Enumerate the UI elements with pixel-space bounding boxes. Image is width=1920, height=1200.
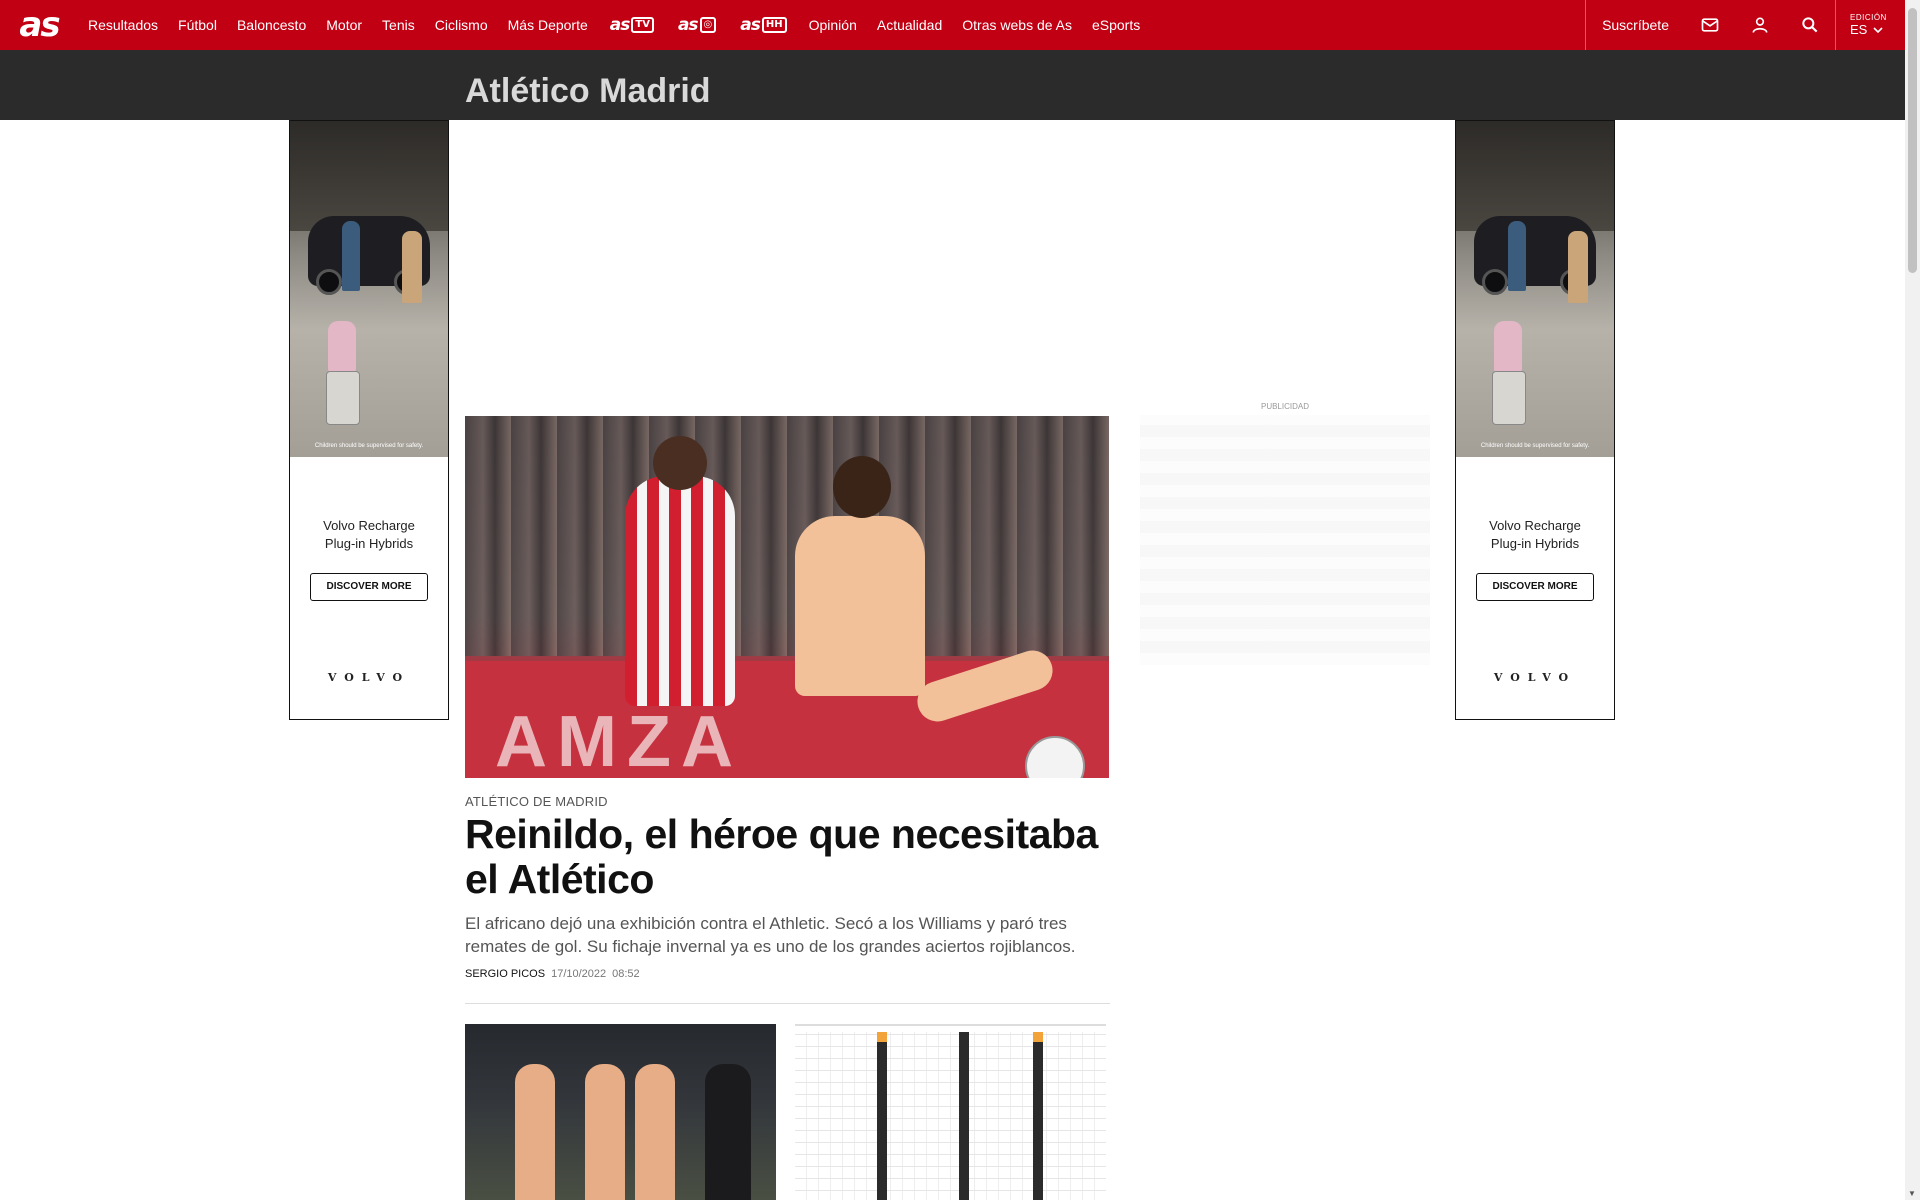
nav-item-ciclismo[interactable]: Ciclismo xyxy=(425,0,498,50)
page-scrollbar[interactable]: ▼ xyxy=(1905,0,1920,1200)
nav-items: Resultados Fútbol Baloncesto Motor Tenis… xyxy=(78,0,1150,50)
as-tv-suffix: TV xyxy=(631,17,654,33)
article-summary: El africano dejó una exhibición contra e… xyxy=(465,914,1076,956)
nav-item-resultados[interactable]: Resultados xyxy=(78,0,168,50)
ad-skyscraper-right[interactable]: Children should be supervised for safety… xyxy=(1455,120,1615,720)
ad-image: Children should be supervised for safety… xyxy=(1456,121,1614,457)
related-article-image-standings[interactable] xyxy=(795,1024,1106,1200)
nav-item-esports[interactable]: eSports xyxy=(1082,0,1150,50)
top-navigation: as Resultados Fútbol Baloncesto Motor Te… xyxy=(0,0,1905,50)
ad-text-line1: Volvo Recharge xyxy=(323,518,415,533)
related-article-image-celebration[interactable] xyxy=(465,1024,776,1200)
ad-text-line1: Volvo Recharge xyxy=(1489,518,1581,533)
edition-value-row: ES xyxy=(1850,22,1905,37)
image-board-text: AMZA xyxy=(495,702,743,778)
nav-item-actualidad[interactable]: Actualidad xyxy=(867,0,952,50)
nav-item-otras-webs[interactable]: Otras webs de As xyxy=(952,0,1082,50)
article-kicker[interactable]: ATLÉTICO DE MADRID xyxy=(465,794,608,809)
ad-text: Volvo Recharge Plug-in Hybrids xyxy=(1456,517,1614,553)
mail-icon[interactable] xyxy=(1685,0,1735,50)
chevron-down-icon xyxy=(1873,26,1883,33)
edition-selector[interactable]: EDICIÓN ES xyxy=(1835,0,1905,50)
ad-image: Children should be supervised for safety… xyxy=(290,121,448,457)
nav-item-as-hh[interactable]: as HH xyxy=(728,0,798,50)
nav-item-motor[interactable]: Motor xyxy=(316,0,372,50)
as-hh-logo-text: as xyxy=(740,15,761,35)
edition-label: EDICIÓN xyxy=(1850,13,1887,22)
section-title[interactable]: Atlético Madrid xyxy=(465,72,711,111)
nav-right: Suscríbete EDICIÓN ES xyxy=(1585,0,1905,50)
article-byline: SERGIO PICOS 17/10/2022 08:52 xyxy=(465,968,640,980)
article-time: 08:52 xyxy=(612,968,640,980)
ad-skyscraper-left[interactable]: Children should be supervised for safety… xyxy=(289,120,449,720)
ad-text: Volvo Recharge Plug-in Hybrids xyxy=(290,517,448,553)
subscribe-link[interactable]: Suscríbete xyxy=(1585,0,1685,50)
as-hh-suffix: HH xyxy=(761,17,787,33)
nav-item-mas-deporte[interactable]: Más Deporte xyxy=(498,0,598,50)
search-icon[interactable] xyxy=(1785,0,1835,50)
nav-item-as-foto[interactable]: as ◎ xyxy=(666,0,728,50)
ad-discover-more-button[interactable]: DISCOVER MORE xyxy=(310,573,428,601)
nav-item-tenis[interactable]: Tenis xyxy=(372,0,425,50)
ad-discover-more-button[interactable]: DISCOVER MORE xyxy=(1476,573,1594,601)
nav-item-baloncesto[interactable]: Baloncesto xyxy=(227,0,316,50)
publicidad-label: PUBLICIDAD xyxy=(1260,402,1309,411)
volvo-logo: VOLVO xyxy=(327,671,411,684)
nav-item-futbol[interactable]: Fútbol xyxy=(168,0,227,50)
volvo-logo: VOLVO xyxy=(1493,671,1577,684)
camera-icon: ◎ xyxy=(699,17,717,33)
ad-disclaimer: Children should be supervised for safety… xyxy=(1480,443,1590,449)
article-headline[interactable]: Reinildo, el héroe que necesitaba el Atl… xyxy=(465,812,1115,902)
edition-value: ES xyxy=(1850,22,1868,37)
ad-placeholder-box[interactable] xyxy=(1140,415,1430,665)
article-divider xyxy=(465,1003,1110,1004)
article-author[interactable]: SERGIO PICOS xyxy=(465,968,545,980)
scrollbar-thumb[interactable] xyxy=(1908,8,1917,273)
scroll-down-arrow-icon[interactable]: ▼ xyxy=(1908,1189,1916,1198)
as-logo[interactable]: as xyxy=(0,0,78,50)
nav-item-opinion[interactable]: Opinión xyxy=(799,0,867,50)
user-icon[interactable] xyxy=(1735,0,1785,50)
ad-disclaimer: Children should be supervised for safety… xyxy=(314,443,424,449)
article-hero-image[interactable]: AMZA xyxy=(465,416,1109,778)
as-foto-logo-text: as xyxy=(677,15,699,35)
ad-text-line2: Plug-in Hybrids xyxy=(1490,536,1580,551)
nav-item-as-tv[interactable]: as TV xyxy=(598,0,666,50)
article-date: 17/10/2022 xyxy=(551,968,607,980)
ad-text-line2: Plug-in Hybrids xyxy=(324,536,414,551)
as-tv-logo-text: as xyxy=(609,15,631,35)
section-header-bar: Atlético Madrid xyxy=(0,50,1905,120)
